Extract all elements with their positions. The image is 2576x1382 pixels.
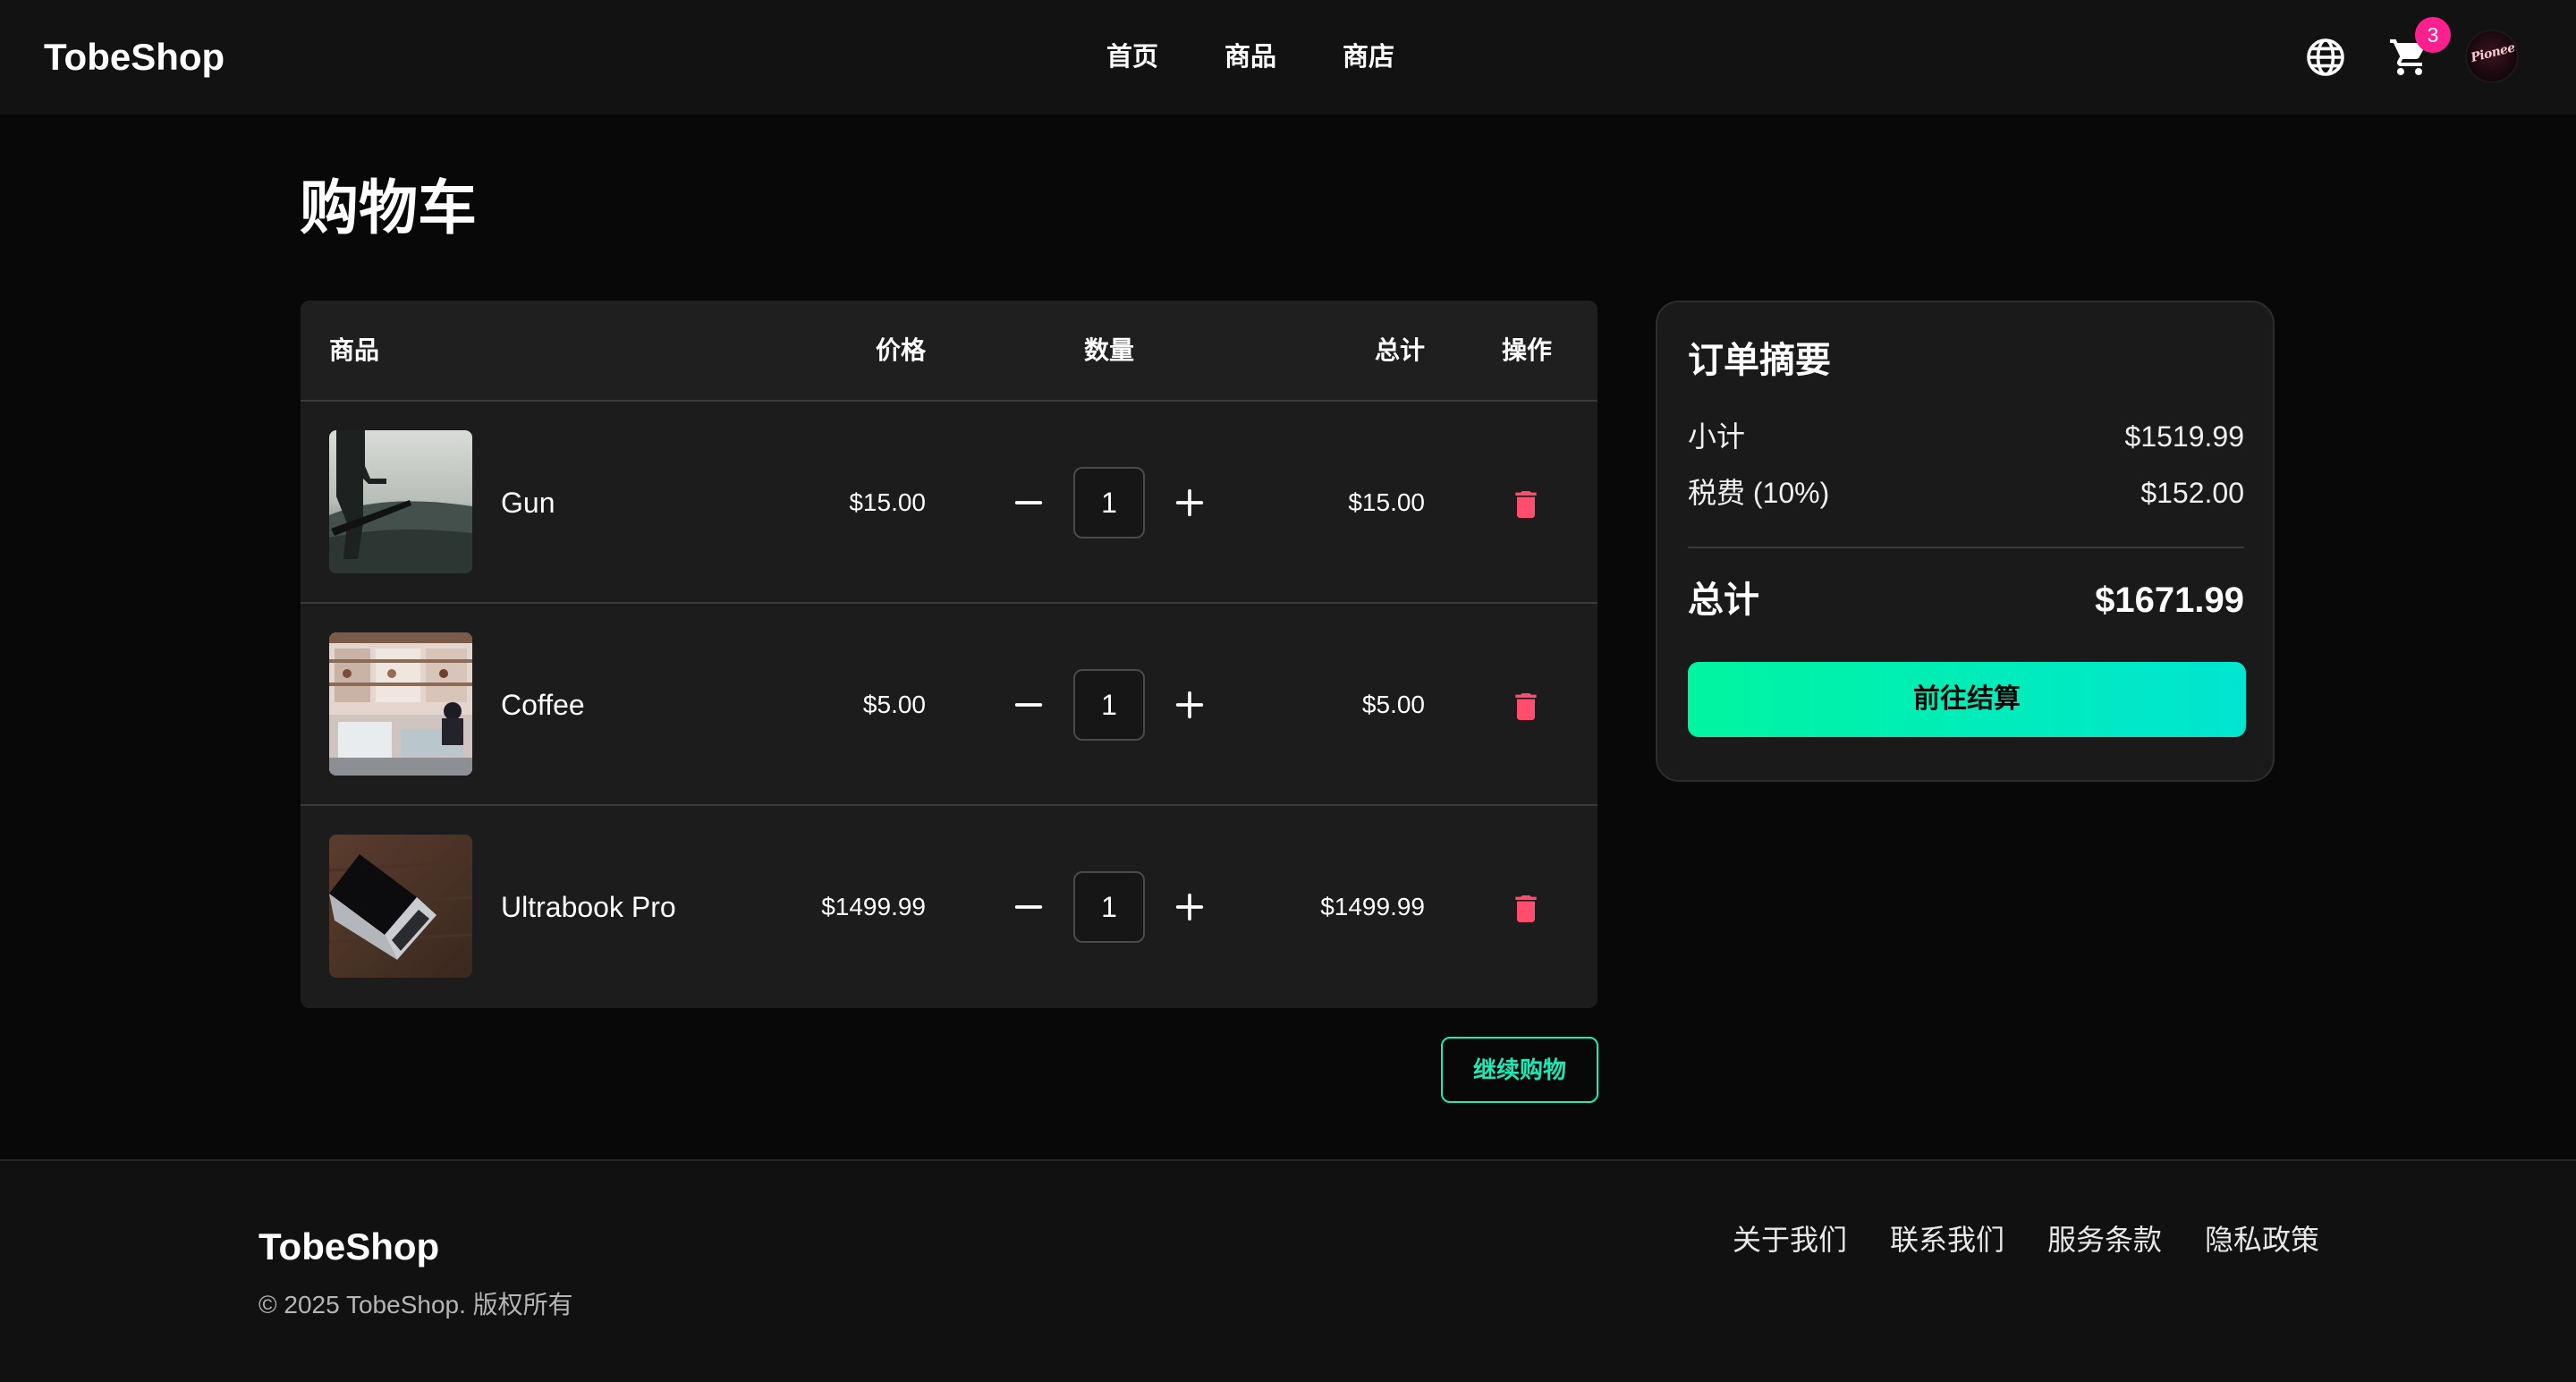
globe-icon[interactable] [2304,36,2347,79]
cart-table: 商品 价格 数量 总计 操作 Gun $15.00 1 $15.00 Coffe… [301,301,1597,1008]
checkout-button[interactable]: 前往结算 [1688,662,2246,737]
line-total: $15.00 [1348,488,1425,516]
table-header: 商品 价格 数量 总计 操作 [301,301,1597,402]
footer: TobeShop © 2025 TobeShop. 版权所有 关于我们 联系我们… [0,1159,2576,1382]
column-header-action: 操作 [1502,336,1553,364]
subtotal-label: 小计 [1688,420,1746,453]
top-navbar: TobeShop 首页 商品 商店 3 Pioneer [0,0,2576,114]
decrease-quantity-button[interactable] [1011,485,1046,521]
tax-row: 税费 (10%) $152.00 [1688,475,2244,511]
total-label: 总计 [1688,581,1759,620]
increase-quantity-button[interactable] [1172,889,1208,925]
main-nav: 首页 商品 商店 [1106,39,1394,75]
line-total: $5.00 [1361,691,1425,718]
tax-label: 税费 (10%) [1688,477,1830,509]
footer-link-terms[interactable]: 服务条款 [2047,1222,2162,1258]
unit-price: $15.00 [849,488,926,516]
product-name[interactable]: Gun [501,485,555,521]
logo[interactable]: TobeShop [44,34,225,81]
nav-home[interactable]: 首页 [1106,39,1158,75]
cart-count-badge: 3 [2415,17,2451,53]
avatar-logo-text: Pioneer [2469,38,2519,66]
line-total: $1499.99 [1320,893,1425,920]
delete-icon[interactable] [1508,485,1544,524]
column-header-total: 总计 [1374,336,1425,364]
delete-icon[interactable] [1508,687,1544,726]
subtotal-value: $1519.99 [2124,420,2244,453]
decrease-quantity-button[interactable] [1011,687,1046,723]
column-header-product: 商品 [329,336,380,364]
unit-price: $5.00 [862,691,926,718]
avatar[interactable]: Pioneer [2465,30,2519,83]
product-name[interactable]: Ultrabook Pro [501,889,676,925]
table-row: Coffee $5.00 1 $5.00 [301,604,1597,806]
page-title: 购物车 [300,174,477,241]
footer-link-about[interactable]: 关于我们 [1733,1222,1847,1258]
increase-quantity-button[interactable] [1172,687,1208,723]
nav-stores[interactable]: 商店 [1343,39,1394,75]
column-header-quantity: 数量 [1084,336,1135,364]
table-row: Ultrabook Pro $1499.99 1 $1499.99 [301,806,1597,1008]
quantity-input[interactable]: 1 [1073,467,1145,538]
column-header-price: 价格 [875,336,926,364]
table-row: Gun $15.00 1 $15.00 [301,402,1597,604]
tax-value: $152.00 [2140,477,2244,509]
footer-brand: TobeShop [258,1225,440,1268]
divider [1688,547,2244,548]
product-image[interactable] [329,430,472,573]
product-image[interactable] [329,632,472,776]
footer-link-contact[interactable]: 联系我们 [1890,1222,2004,1258]
quantity-input[interactable]: 1 [1073,669,1145,741]
increase-quantity-button[interactable] [1172,485,1208,521]
copyright-text: © 2025 TobeShop. 版权所有 [258,1291,573,1318]
product-name[interactable]: Coffee [501,687,585,723]
delete-icon[interactable] [1508,889,1544,928]
unit-price: $1499.99 [821,893,926,920]
total-row: 总计 $1671.99 [1688,578,2244,623]
summary-title: 订单摘要 [1688,341,1831,380]
footer-links: 关于我们 联系我们 服务条款 隐私政策 [1733,1222,2319,1258]
product-image[interactable] [329,835,472,978]
footer-link-privacy[interactable]: 隐私政策 [2205,1222,2319,1258]
decrease-quantity-button[interactable] [1011,889,1046,925]
continue-shopping-button[interactable]: 继续购物 [1441,1037,1598,1103]
subtotal-row: 小计 $1519.99 [1688,419,2244,454]
order-summary-card: 订单摘要 小计 $1519.99 税费 (10%) $152.00 总计 $16… [1656,301,2275,782]
nav-products[interactable]: 商品 [1224,39,1276,75]
quantity-input[interactable]: 1 [1073,871,1145,943]
total-value: $1671.99 [2095,581,2244,620]
